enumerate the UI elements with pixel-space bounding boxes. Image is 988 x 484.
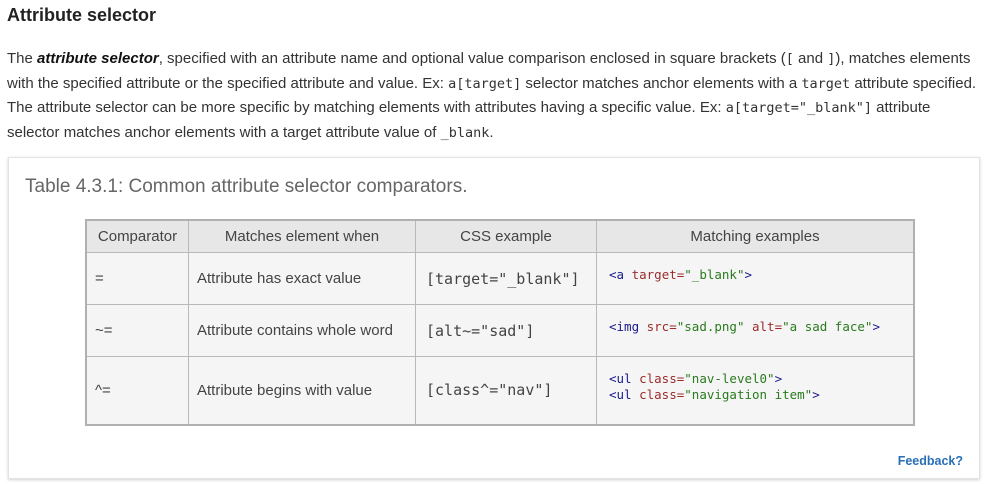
comparator-cell: ~= bbox=[85, 304, 189, 357]
feedback-link[interactable]: Feedback? bbox=[898, 454, 963, 468]
table-card: Table 4.3.1: Common attribute selector c… bbox=[8, 157, 980, 479]
css-example-cell: [alt~="sad"] bbox=[415, 304, 597, 357]
header-matches-when: Matches element when bbox=[188, 219, 416, 253]
table-row: = Attribute has exact value [target="_bl… bbox=[85, 252, 915, 305]
matching-example-cell: <a target="_blank"> bbox=[596, 252, 915, 305]
intro-paragraph: The attribute selector, specified with a… bbox=[7, 50, 977, 141]
comparators-table: Comparator Matches element when CSS exam… bbox=[85, 219, 915, 426]
when-cell: Attribute begins with value bbox=[188, 356, 416, 425]
table-header-row: Comparator Matches element when CSS exam… bbox=[85, 219, 915, 253]
header-comparator: Comparator bbox=[85, 219, 189, 253]
header-css-example: CSS example bbox=[415, 219, 597, 253]
table-caption: Table 4.3.1: Common attribute selector c… bbox=[25, 176, 468, 197]
comparator-cell: = bbox=[85, 252, 189, 305]
table-row: ^= Attribute begins with value [class^="… bbox=[85, 356, 915, 425]
comparator-cell: ^= bbox=[85, 356, 189, 425]
attribute-selector-term: attribute selector bbox=[37, 50, 159, 67]
css-example-cell: [class^="nav"] bbox=[415, 356, 597, 425]
table-row: ~= Attribute contains whole word [alt~="… bbox=[85, 304, 915, 357]
when-cell: Attribute has exact value bbox=[188, 252, 416, 305]
css-example-cell: [target="_blank"] bbox=[415, 252, 597, 305]
section-heading: Attribute selector bbox=[7, 5, 157, 25]
when-cell: Attribute contains whole word bbox=[188, 304, 416, 357]
matching-example-cell: <ul class="nav-level0"> <ul class="navig… bbox=[596, 356, 915, 425]
header-matching-examples: Matching examples bbox=[596, 219, 915, 253]
matching-example-cell: <img src="sad.png" alt="a sad face"> bbox=[596, 304, 915, 357]
